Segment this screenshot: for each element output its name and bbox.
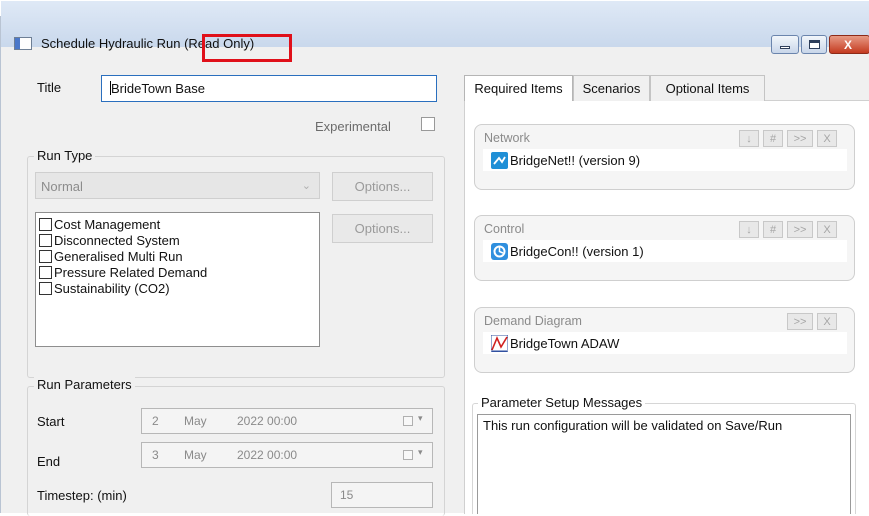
timestep-input[interactable]: 15 <box>331 482 433 508</box>
control-value-text: BridgeCon!! (version 1) <box>510 243 644 259</box>
start-year-time: 2022 00:00 <box>237 414 298 428</box>
minimize-icon <box>780 46 790 49</box>
checkbox[interactable] <box>39 233 52 247</box>
control-clear-button[interactable]: X <box>817 221 837 238</box>
end-year-time: 2022 00:00 <box>237 448 298 462</box>
network-value-text: BridgeNet!! (version 9) <box>510 152 641 168</box>
dropdown-arrow-icon: ▾ <box>418 447 423 457</box>
parameter-messages-box[interactable]: This run configuration will be validated… <box>477 414 851 514</box>
network-version-button[interactable]: # <box>763 130 783 147</box>
experimental-checkbox[interactable] <box>421 117 435 131</box>
title-label: Title <box>37 80 62 95</box>
end-date-picker[interactable]: 3 May 2022 00:00 ▾ <box>141 442 433 468</box>
network-download-button[interactable]: ↓ <box>739 130 759 147</box>
list-item-label: Cost Management <box>54 216 161 232</box>
app-icon <box>14 37 32 50</box>
start-day: 2 <box>152 414 159 428</box>
run-type-options-button[interactable]: Options... <box>332 172 433 201</box>
list-item-label: Pressure Related Demand <box>54 264 208 280</box>
demand-diagram-value[interactable]: BridgeTown ADAW <box>483 332 847 354</box>
demand-diagram-header: Demand Diagram <box>484 314 582 328</box>
title-input-value: BrideTown Base <box>111 81 205 96</box>
demand-diagram-icon <box>491 334 508 352</box>
tab-required-items[interactable]: Required Items <box>464 75 573 101</box>
list-item-label: Sustainability (CO2) <box>54 280 170 296</box>
checkbox[interactable] <box>39 281 52 295</box>
run-options-button[interactable]: Options... <box>332 214 433 243</box>
network-item-box: Network ↓ # >> X BridgeNet!! (version 9) <box>474 124 855 190</box>
dialog-window: Schedule Hydraulic Run (Read Only) X Tit… <box>0 1 869 516</box>
start-label: Start <box>37 414 65 429</box>
timestep-value: 15 <box>340 488 354 502</box>
demand-select-button[interactable]: >> <box>787 313 813 330</box>
checkbox[interactable] <box>39 249 52 263</box>
parameter-message-text: This run configuration will be validated… <box>483 418 783 433</box>
list-item-label: Disconnected System <box>54 232 180 248</box>
maximize-icon <box>808 40 820 49</box>
demand-clear-button[interactable]: X <box>817 313 837 330</box>
calendar-icon[interactable] <box>403 416 413 426</box>
list-item[interactable]: Cost Management <box>39 216 319 232</box>
control-icon <box>491 242 508 260</box>
run-parameters-group-label: Run Parameters <box>34 377 135 392</box>
close-icon: X <box>844 37 853 52</box>
start-date-picker[interactable]: 2 May 2022 00:00 ▾ <box>141 408 433 434</box>
experimental-label: Experimental <box>315 119 391 134</box>
network-clear-button[interactable]: X <box>817 130 837 147</box>
network-select-button[interactable]: >> <box>787 130 813 147</box>
read-only-highlight-box <box>202 34 292 62</box>
list-item[interactable]: Disconnected System <box>39 232 319 248</box>
checkbox[interactable] <box>39 265 52 279</box>
tab-scenarios[interactable]: Scenarios <box>573 75 650 101</box>
control-download-button[interactable]: ↓ <box>739 221 759 238</box>
parameter-messages-label: Parameter Setup Messages <box>478 395 646 410</box>
demand-diagram-item-box: Demand Diagram >> X BridgeTown ADAW <box>474 307 855 373</box>
run-type-list[interactable]: Cost Management Disconnected System Gene… <box>35 212 320 347</box>
list-item[interactable]: Generalised Multi Run <box>39 248 319 264</box>
list-item-label: Generalised Multi Run <box>54 248 183 264</box>
network-header: Network <box>484 131 530 145</box>
end-label: End <box>37 454 61 469</box>
start-month: May <box>184 414 207 428</box>
end-day: 3 <box>152 448 159 462</box>
maximize-button[interactable] <box>801 35 827 54</box>
control-select-button[interactable]: >> <box>787 221 813 238</box>
end-month: May <box>184 448 207 462</box>
run-type-dropdown[interactable]: Normal ⌄ <box>35 172 320 199</box>
list-item[interactable]: Sustainability (CO2) <box>39 280 319 296</box>
window-title-text: Schedule Hydraulic Run <box>41 36 181 51</box>
tab-optional-items[interactable]: Optional Items <box>650 75 765 101</box>
control-version-button[interactable]: # <box>763 221 783 238</box>
control-header: Control <box>484 222 525 236</box>
minimize-button[interactable] <box>771 35 799 54</box>
calendar-icon[interactable] <box>403 450 413 460</box>
run-type-selected: Normal <box>41 179 83 194</box>
control-item-box: Control ↓ # >> X BridgeCon!! (version 1) <box>474 215 855 281</box>
dropdown-arrow-icon: ▾ <box>418 413 423 423</box>
checkbox[interactable] <box>39 217 52 231</box>
network-value[interactable]: BridgeNet!! (version 9) <box>483 149 847 171</box>
close-button[interactable]: X <box>829 35 869 54</box>
demand-diagram-value-text: BridgeTown ADAW <box>510 335 620 351</box>
control-value[interactable]: BridgeCon!! (version 1) <box>483 240 847 262</box>
chevron-down-icon: ⌄ <box>301 180 311 192</box>
timestep-label: Timestep: (min) <box>37 488 127 503</box>
run-type-group-label: Run Type <box>34 148 96 163</box>
title-input[interactable]: BrideTown Base <box>101 75 437 102</box>
network-icon <box>491 151 508 169</box>
list-item[interactable]: Pressure Related Demand <box>39 264 319 280</box>
